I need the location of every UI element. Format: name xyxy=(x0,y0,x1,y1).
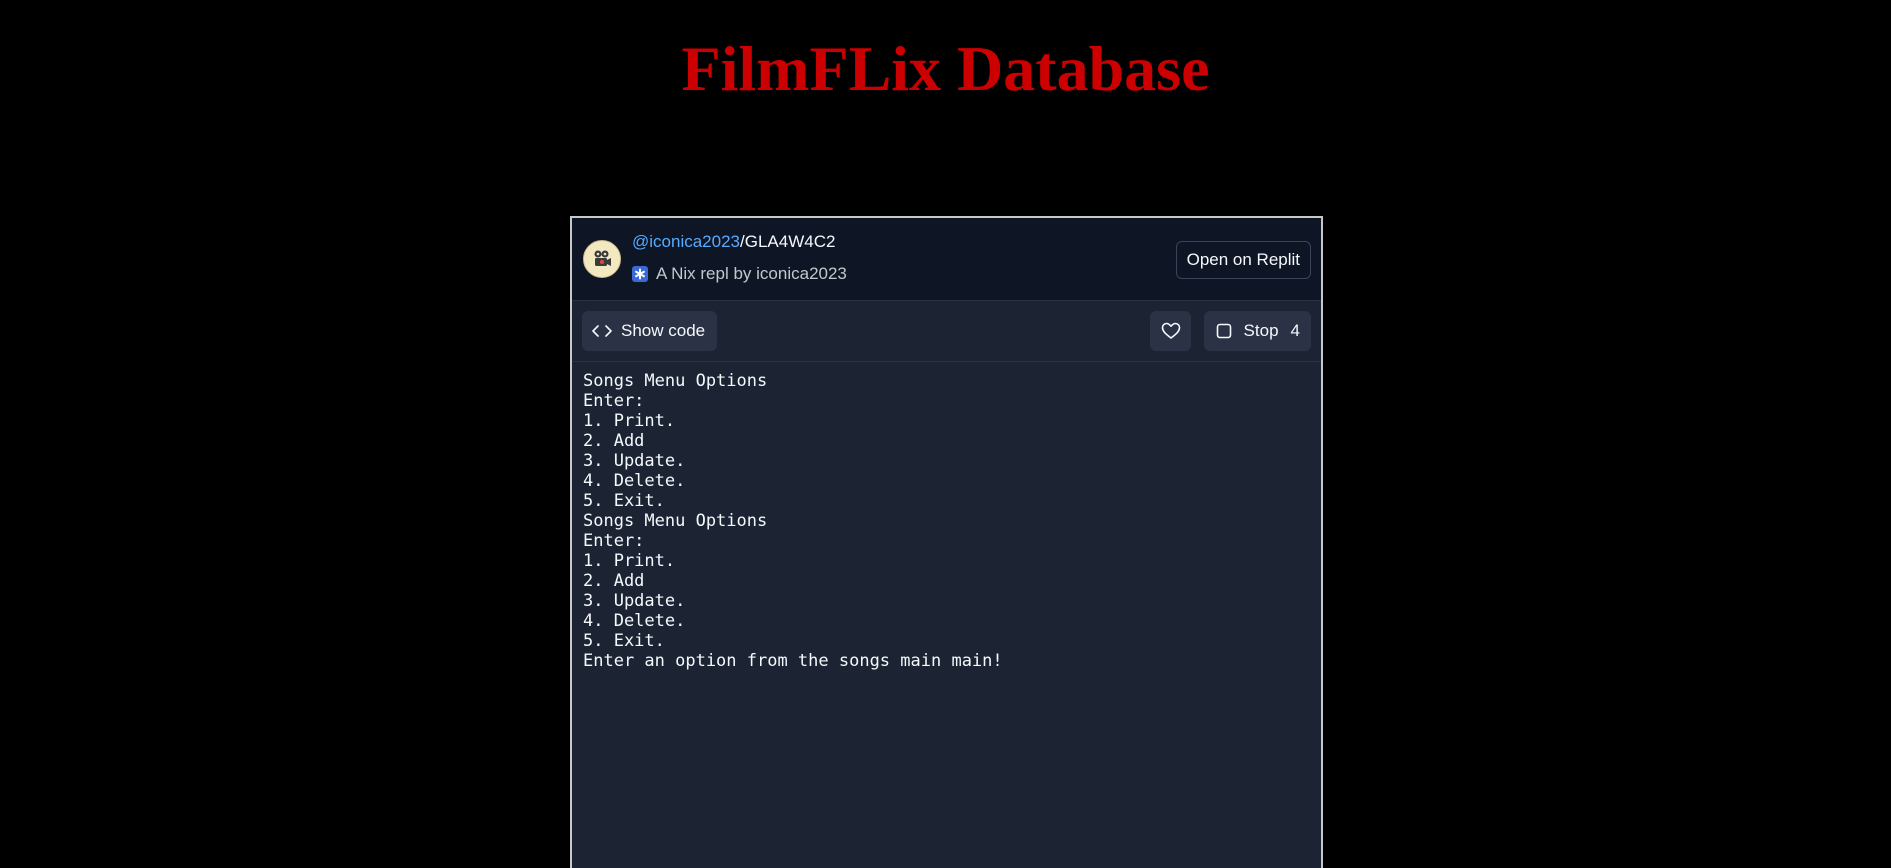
console-line: 3. Update. xyxy=(583,451,686,471)
repl-subtitle: A Nix repl by iconica2023 xyxy=(632,264,847,284)
heart-icon xyxy=(1161,322,1180,339)
stop-button[interactable]: Stop 4 xyxy=(1203,311,1311,351)
code-brackets-icon xyxy=(592,325,612,337)
console-line: Songs Menu Options xyxy=(583,371,768,391)
stop-label: Stop xyxy=(1243,321,1279,340)
like-button[interactable] xyxy=(1150,311,1191,351)
console-line: 5. Exit. xyxy=(583,491,665,511)
console-line: 4. Delete. xyxy=(583,471,686,491)
page-title: FilmFLix Database xyxy=(681,33,1210,104)
stop-count: 4 xyxy=(1290,321,1300,340)
repl-owner-link[interactable]: @iconica2023 xyxy=(632,232,740,251)
stop-square-icon xyxy=(1216,323,1231,339)
camera-avatar-icon[interactable] xyxy=(583,240,621,278)
console-line: 5. Exit. xyxy=(583,631,665,651)
console-line: Enter an option from the songs main main… xyxy=(583,651,1003,671)
embed-toolbar: Show code Stop 4 xyxy=(572,301,1321,362)
console-output[interactable]: Songs Menu Options Enter: 1. Print. 2. Add 3… xyxy=(583,371,1003,671)
console-line: 2. Add xyxy=(583,431,645,451)
console-line: 2. Add xyxy=(583,571,645,591)
show-code-button[interactable]: Show code xyxy=(582,311,718,351)
replit-embed: @iconica2023/GLA4W4C2 A Nix repl by icon… xyxy=(570,216,1323,868)
repl-name[interactable]: GLA4W4C2 xyxy=(745,232,836,251)
console-line: Enter: xyxy=(583,391,645,411)
console-line: 3. Update. xyxy=(583,591,686,611)
open-on-replit-button[interactable]: Open on Replit xyxy=(1175,241,1311,279)
repl-subtitle-text: A Nix repl by iconica2023 xyxy=(656,264,847,283)
console-line: 1. Print. xyxy=(583,551,676,571)
console-line: 4. Delete. xyxy=(583,611,686,631)
nix-snowflake-icon xyxy=(632,266,648,282)
embed-header: @iconica2023/GLA4W4C2 A Nix repl by icon… xyxy=(572,218,1321,301)
console-line: 1. Print. xyxy=(583,411,676,431)
console-line: Enter: xyxy=(583,531,645,551)
repl-title: @iconica2023/GLA4W4C2 xyxy=(632,232,835,252)
show-code-label: Show code xyxy=(621,321,706,340)
console-line: Songs Menu Options xyxy=(583,511,768,531)
